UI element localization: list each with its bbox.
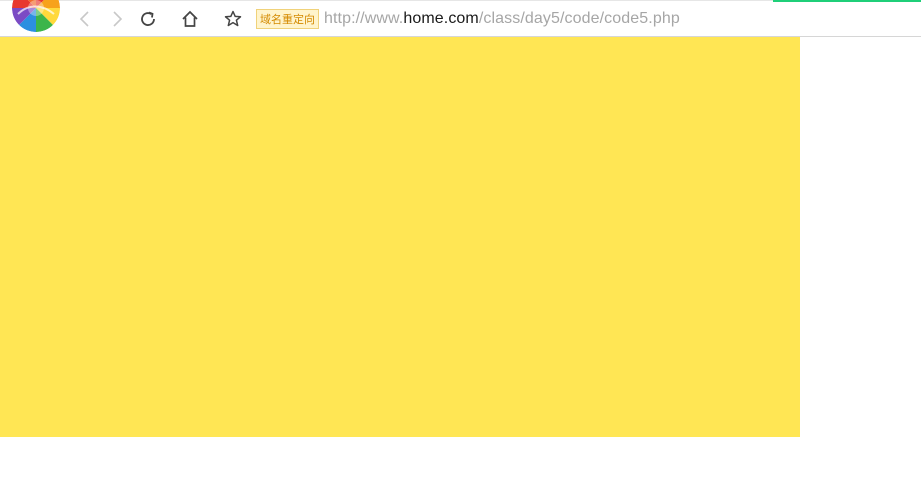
reload-button[interactable] <box>136 7 160 31</box>
chevron-left-icon <box>79 11 89 27</box>
reload-icon <box>141 11 155 26</box>
toolbar-top-line <box>0 0 773 1</box>
address-bar[interactable]: 域名重定向 http://www.home.com/class/day5/cod… <box>256 7 680 31</box>
yellow-box <box>0 37 800 437</box>
url-prefix: http://www. <box>324 10 404 27</box>
browser-logo-icon[interactable] <box>12 0 60 32</box>
url-host: home.com <box>403 10 479 27</box>
back-button[interactable] <box>73 7 97 31</box>
page-load-progress <box>773 0 921 2</box>
bookmark-button[interactable] <box>221 7 245 31</box>
url-path: /class/day5/code/code5.php <box>478 10 680 27</box>
url-text[interactable]: http://www.home.com/class/day5/code/code… <box>324 10 680 28</box>
forward-button[interactable] <box>105 7 129 31</box>
star-icon <box>224 10 242 27</box>
browser-toolbar: 域名重定向 http://www.home.com/class/day5/cod… <box>0 0 921 37</box>
home-button[interactable] <box>178 7 202 31</box>
redirect-badge[interactable]: 域名重定向 <box>256 9 319 29</box>
page-content <box>0 37 921 478</box>
home-icon <box>182 10 198 27</box>
chevron-right-icon <box>113 11 123 27</box>
